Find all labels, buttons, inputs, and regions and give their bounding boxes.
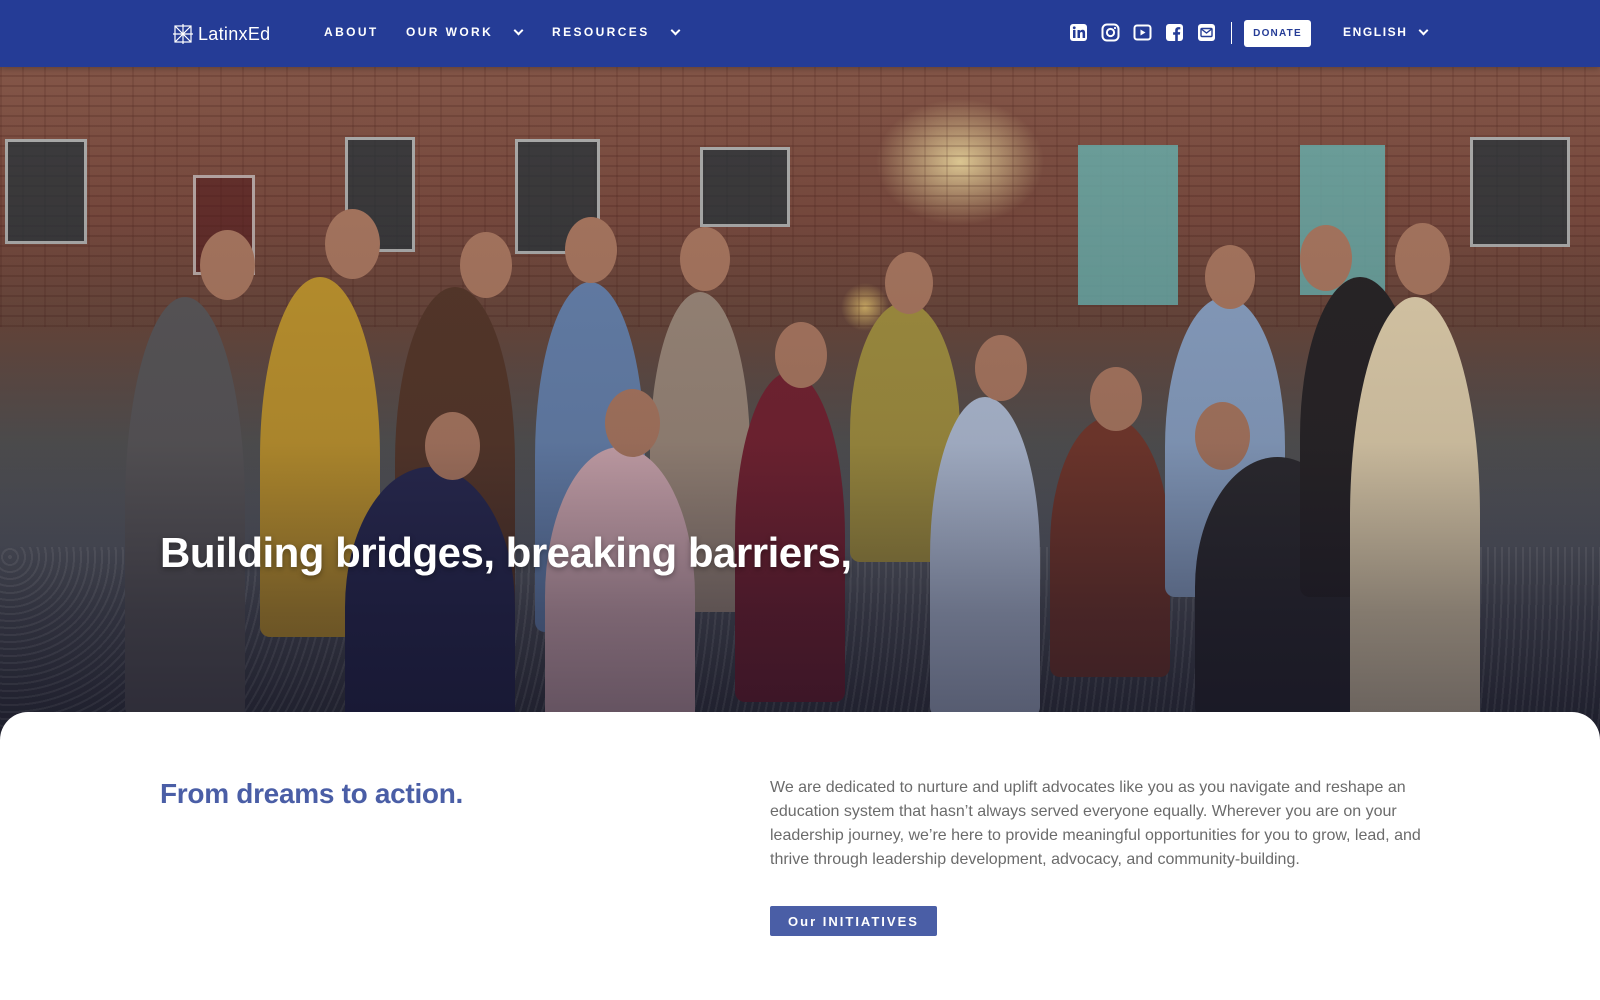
chevron-down-icon: [1418, 25, 1428, 35]
email-icon[interactable]: [1197, 23, 1216, 42]
nav-link-our-work[interactable]: OUR WORK: [406, 24, 524, 40]
youtube-icon[interactable]: [1133, 23, 1152, 42]
hero-headline: Building bridges, breaking barriers,: [160, 529, 852, 576]
nav-link-about[interactable]: ABOUT: [324, 24, 379, 40]
logo-wordmark: LatinxEd: [198, 23, 271, 44]
donate-button[interactable]: DONATE: [1244, 20, 1311, 47]
initiatives-button[interactable]: Our INITIATIVES: [770, 906, 937, 936]
logo-mark-icon: [173, 24, 193, 44]
linkedin-icon[interactable]: [1069, 23, 1088, 42]
intro-section: From dreams to action. We are dedicated …: [0, 712, 1600, 1000]
nav-link-resources[interactable]: RESOURCES: [552, 24, 681, 40]
nav-link-resources-label: RESOURCES: [552, 25, 650, 39]
chevron-down-icon: [513, 25, 524, 35]
logo-link[interactable]: LatinxEd: [172, 22, 270, 46]
nav-divider: [1231, 22, 1232, 44]
top-navigation-bar: LatinxEd ABOUT OUR WORK RESOURCES DONATE…: [0, 0, 1600, 67]
chevron-down-icon: [670, 25, 681, 35]
section-description: We are dedicated to nurture and uplift a…: [770, 779, 1421, 868]
language-selector-label: ENGLISH: [1343, 25, 1408, 39]
language-selector[interactable]: ENGLISH: [1343, 24, 1428, 40]
nav-link-our-work-label: OUR WORK: [406, 25, 494, 39]
section-heading: From dreams to action.: [160, 778, 464, 809]
hero-section: Building bridges, breaking barriers,: [0, 67, 1600, 750]
instagram-icon[interactable]: [1101, 23, 1120, 42]
facebook-icon[interactable]: [1165, 23, 1184, 42]
nav-link-about-label: ABOUT: [324, 25, 379, 39]
